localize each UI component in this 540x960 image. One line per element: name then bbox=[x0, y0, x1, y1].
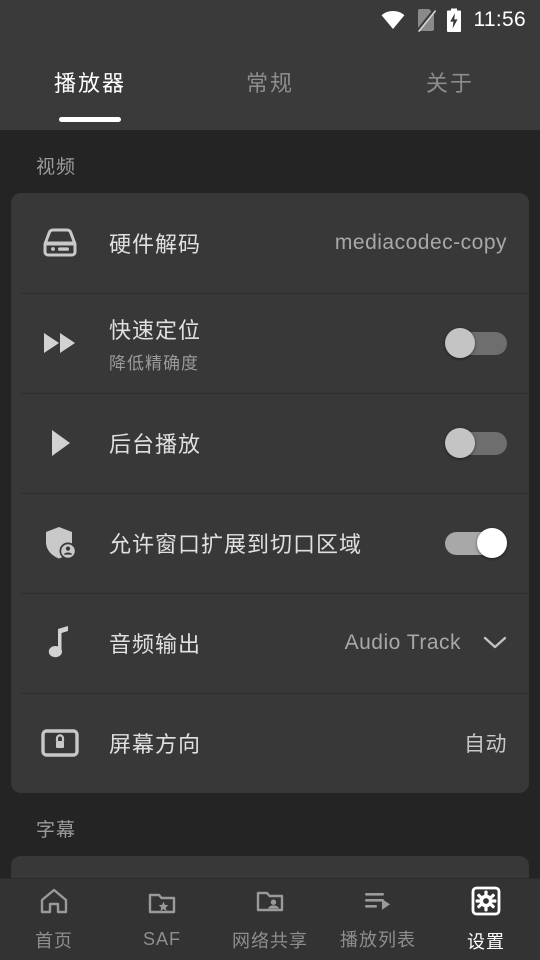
setting-label-group: 音频输出 bbox=[109, 627, 345, 659]
chevron-down-icon[interactable] bbox=[483, 635, 507, 651]
section-header-video: 视频 bbox=[36, 157, 77, 178]
play-icon bbox=[11, 427, 109, 459]
nav-label-playlist: 播放列表 bbox=[340, 929, 416, 950]
setting-row-display-cutout[interactable]: 允许窗口扩展到切口区域 bbox=[11, 493, 529, 593]
setting-label-group: 允许窗口扩展到切口区域 bbox=[109, 527, 445, 559]
setting-value-screen-orientation: 自动 bbox=[464, 733, 507, 756]
toggle-knob bbox=[445, 428, 475, 458]
nav-item-saf[interactable]: SAF bbox=[108, 889, 216, 950]
nav-label-settings: 设置 bbox=[467, 931, 505, 952]
setting-title: 快速定位 bbox=[109, 317, 202, 343]
toggle-knob bbox=[477, 528, 507, 558]
setting-row-fast-seek[interactable]: 快速定位 降低精确度 bbox=[11, 293, 529, 393]
fast-forward-icon bbox=[11, 329, 109, 357]
tab-general-label: 常规 bbox=[245, 71, 294, 96]
tab-general[interactable]: 常规 bbox=[180, 40, 360, 130]
setting-title: 屏幕方向 bbox=[109, 732, 202, 757]
settings-card-video: 硬件解码 mediacodec-copy 快速定位 降低精确度 后台播放 允许窗… bbox=[11, 193, 529, 793]
nav-item-settings[interactable]: 设置 bbox=[432, 886, 540, 954]
setting-title: 音频输出 bbox=[109, 632, 202, 657]
tab-bar: 播放器 常规 关于 bbox=[0, 40, 540, 130]
setting-row-screen-orientation[interactable]: 屏幕方向 自动 bbox=[11, 693, 529, 793]
settings-card-subtitle[interactable] bbox=[11, 856, 529, 878]
hard-drive-icon bbox=[11, 225, 109, 261]
folder-star-icon bbox=[147, 889, 177, 922]
setting-subtitle: 降低精确度 bbox=[109, 353, 199, 373]
home-icon bbox=[39, 887, 69, 920]
tab-active-indicator bbox=[59, 117, 121, 122]
setting-row-hardware-decoding[interactable]: 硬件解码 mediacodec-copy bbox=[11, 193, 529, 293]
nav-label-saf: SAF bbox=[142, 929, 181, 949]
setting-value-audio-output: Audio Track bbox=[344, 631, 461, 654]
sim-card-off-icon bbox=[415, 8, 436, 32]
setting-row-background-playback[interactable]: 后台播放 bbox=[11, 393, 529, 493]
setting-label-group: 硬件解码 bbox=[109, 227, 335, 259]
bottom-navigation: 首页 SAF 网络共享 播放列表 设置 bbox=[0, 878, 540, 960]
shield-person-icon bbox=[11, 524, 109, 562]
nav-item-network-share[interactable]: 网络共享 bbox=[216, 887, 324, 953]
nav-label-home: 首页 bbox=[35, 930, 73, 951]
toggle-display-cutout[interactable] bbox=[445, 528, 507, 558]
toggle-knob bbox=[445, 328, 475, 358]
nav-label-network-share: 网络共享 bbox=[232, 930, 308, 951]
tab-about[interactable]: 关于 bbox=[360, 40, 540, 130]
nav-item-home[interactable]: 首页 bbox=[0, 887, 108, 953]
setting-label-group: 后台播放 bbox=[109, 427, 445, 459]
app-root: 11:56 播放器 常规 关于 视频 硬件解码 mediacodec-copy … bbox=[0, 0, 540, 960]
setting-title: 允许窗口扩展到切口区域 bbox=[109, 532, 363, 557]
setting-label-group: 屏幕方向 bbox=[109, 727, 464, 759]
wifi-icon bbox=[380, 10, 406, 30]
playlist-play-icon bbox=[362, 888, 394, 919]
setting-value-hardware-decoding: mediacodec-copy bbox=[334, 231, 507, 254]
status-bar: 11:56 bbox=[0, 0, 540, 40]
battery-charging-icon bbox=[446, 8, 462, 33]
tab-about-label: 关于 bbox=[425, 71, 474, 96]
toggle-fast-seek[interactable] bbox=[445, 328, 507, 358]
tab-player[interactable]: 播放器 bbox=[0, 40, 180, 130]
setting-row-audio-output[interactable]: 音频输出 Audio Track bbox=[11, 593, 529, 693]
settings-scroll-area[interactable]: 视频 硬件解码 mediacodec-copy 快速定位 降低精确度 后台播放 … bbox=[0, 130, 540, 878]
music-note-icon bbox=[11, 625, 109, 661]
setting-title: 后台播放 bbox=[109, 432, 202, 457]
screen-lock-rotation-icon bbox=[11, 726, 109, 760]
toggle-background-playback[interactable] bbox=[445, 428, 507, 458]
setting-title: 硬件解码 bbox=[109, 232, 202, 257]
status-time: 11:56 bbox=[473, 8, 526, 31]
tab-player-label: 播放器 bbox=[53, 71, 126, 96]
nav-item-playlist[interactable]: 播放列表 bbox=[324, 888, 432, 952]
settings-gear-icon bbox=[471, 886, 501, 921]
setting-label-group: 快速定位 降低精确度 bbox=[109, 313, 445, 374]
folder-shared-icon bbox=[255, 887, 285, 920]
section-header-subtitle: 字幕 bbox=[36, 820, 77, 841]
